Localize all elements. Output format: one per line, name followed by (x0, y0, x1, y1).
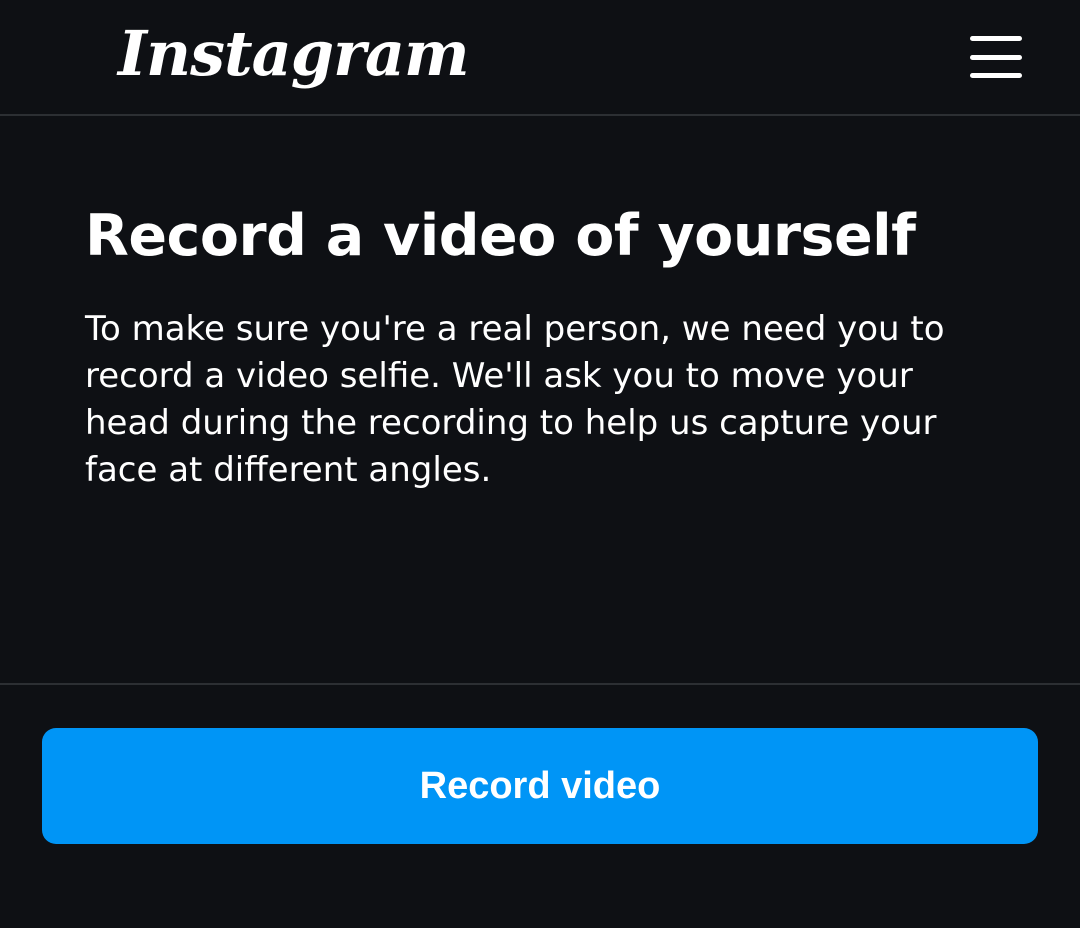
top-bar: Instagram (0, 0, 1080, 116)
main-content: Record a video of yourself To make sure … (85, 200, 1005, 494)
page-title: Record a video of yourself (85, 203, 916, 269)
menu-line-middle (970, 55, 1022, 60)
record-video-button[interactable]: Record video (42, 728, 1038, 844)
menu-line-top (970, 36, 1022, 41)
instructions-text: To make sure you're a real person, we ne… (85, 309, 945, 490)
video-selfie-page: Instagram Record a video of yourself To … (0, 0, 1080, 928)
hamburger-menu-icon[interactable] (960, 28, 1032, 88)
footer-divider (0, 683, 1080, 685)
instagram-logo: Instagram (118, 17, 470, 90)
menu-line-bottom (970, 73, 1022, 78)
